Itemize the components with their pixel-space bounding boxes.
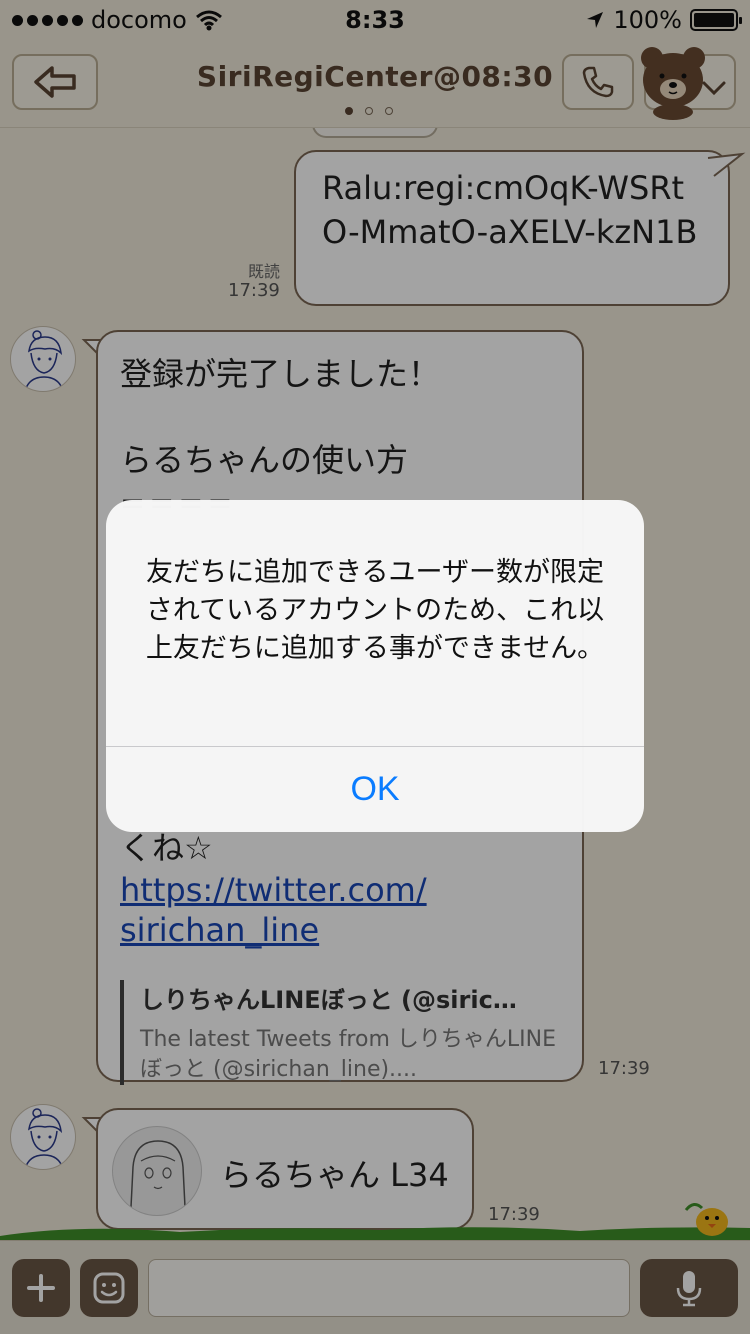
alert-dialog: 友だちに追加できるユーザー数が限定されているアカウントのため、これ以上友だちに追… — [106, 500, 644, 832]
alert-message: 友だちに追加できるユーザー数が限定されているアカウントのため、これ以上友だちに追… — [145, 557, 605, 664]
ok-button[interactable]: OK — [106, 747, 644, 832]
